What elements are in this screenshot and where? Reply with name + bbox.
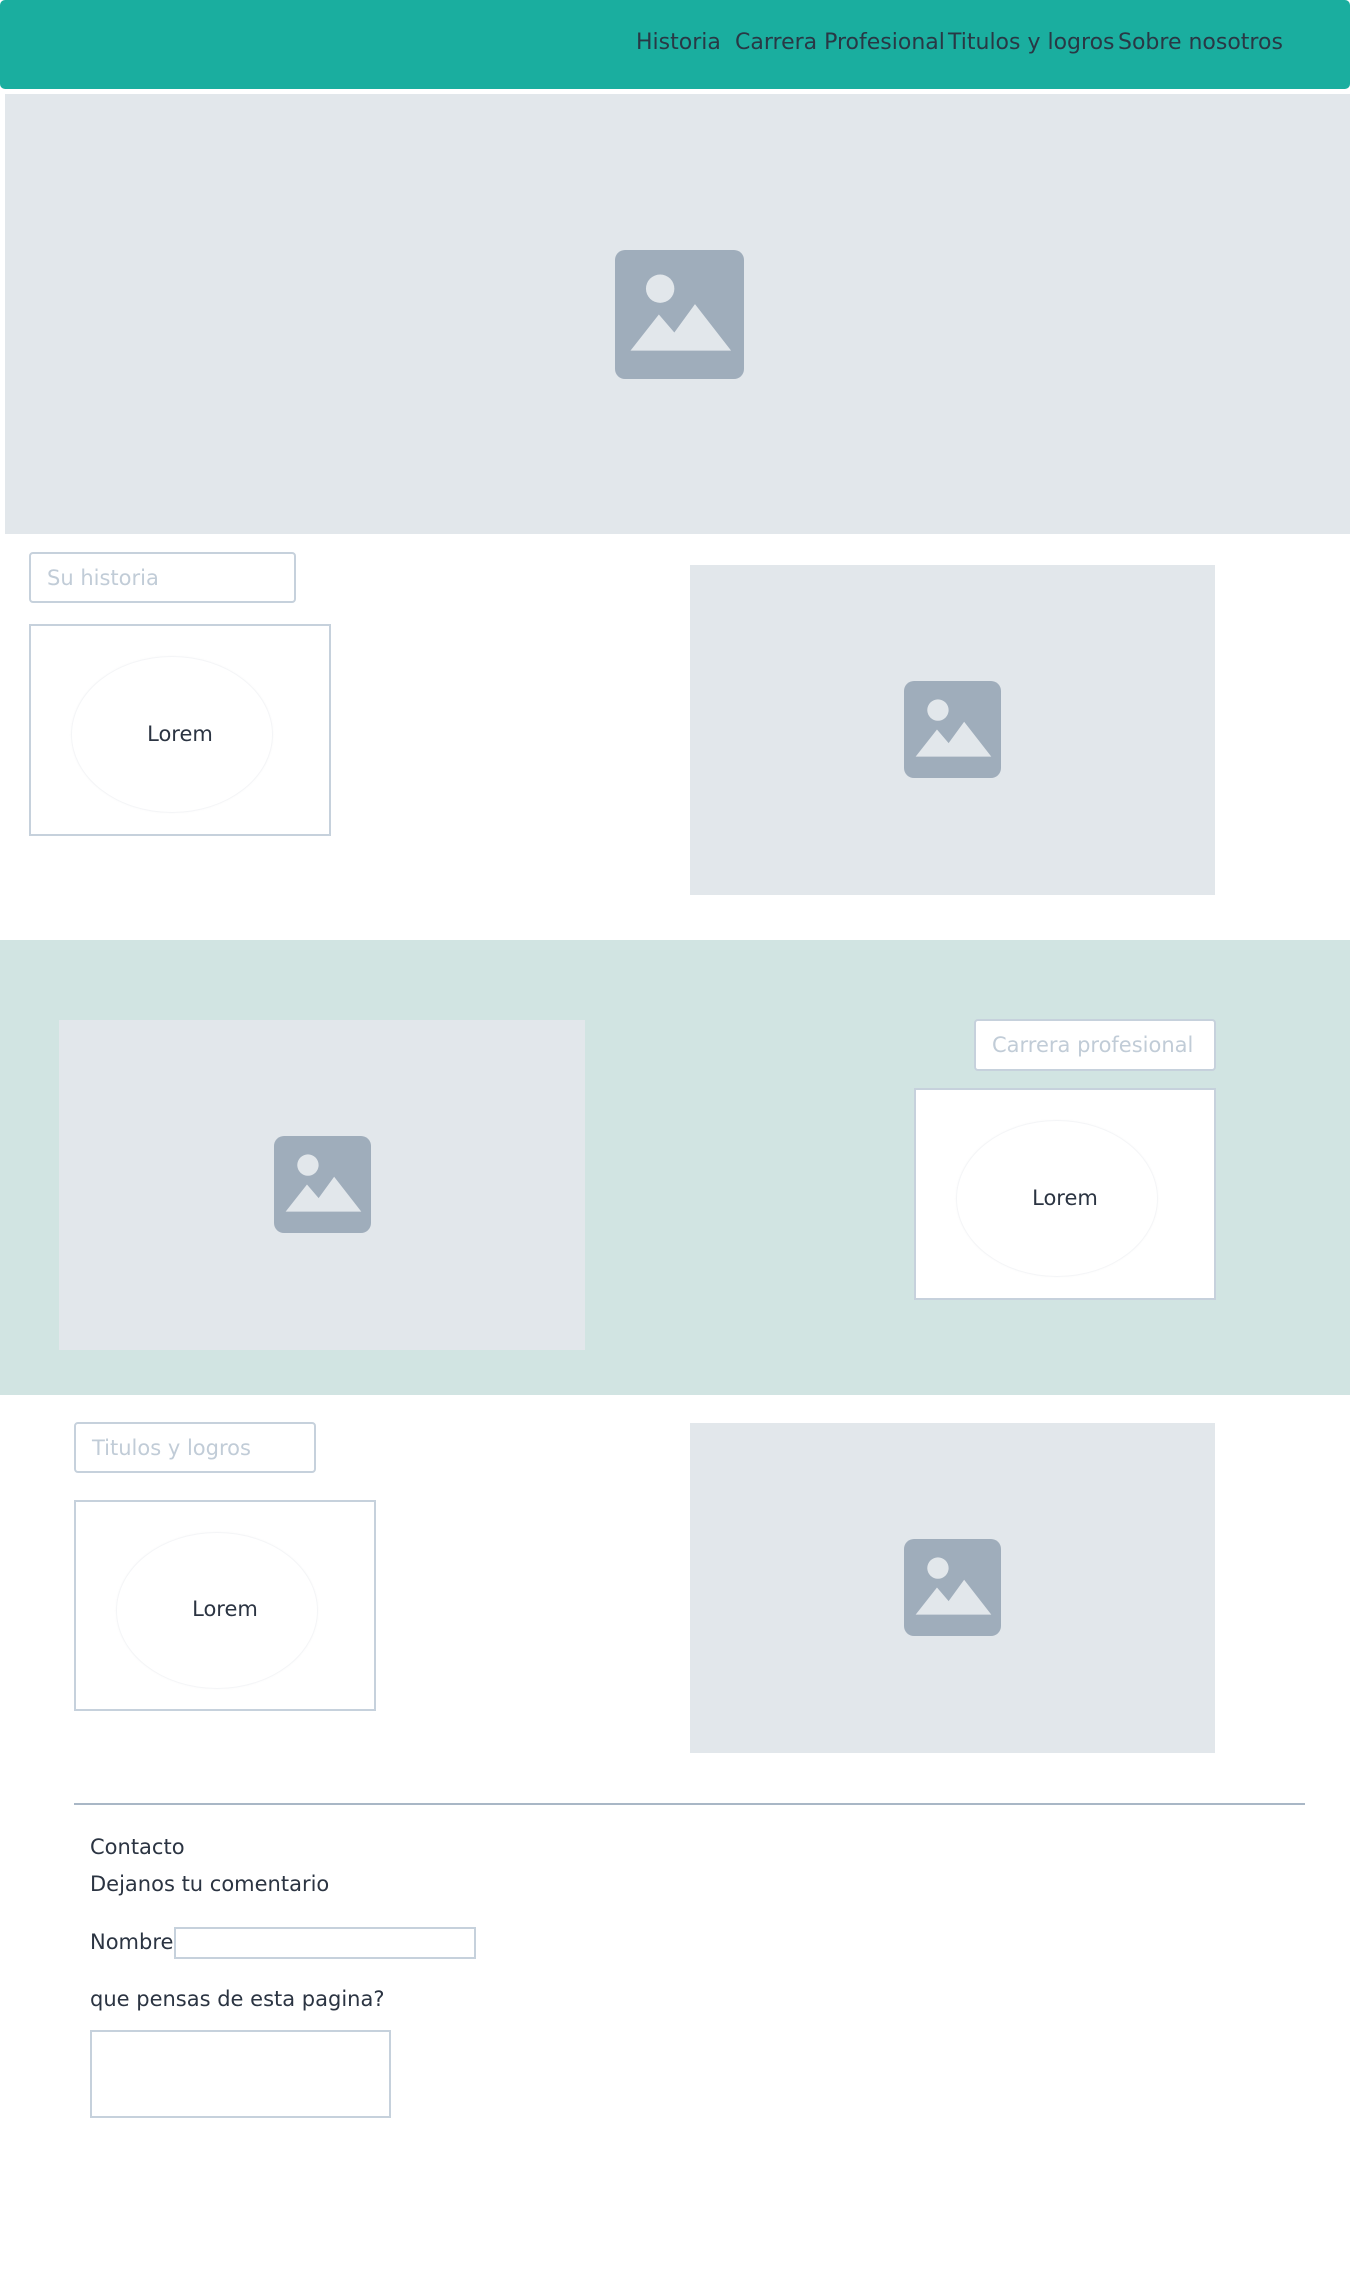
carrera-card: Lorem: [914, 1088, 1216, 1300]
card-text: Lorem: [192, 1597, 258, 1621]
comment-textarea[interactable]: [90, 2030, 391, 2118]
nav-link-historia[interactable]: Historia: [636, 30, 721, 55]
section-label-su-historia: Su historia: [29, 552, 296, 603]
section-divider: [74, 1803, 1305, 1805]
nav-link-titulos-y-logros[interactable]: Titulos y logros: [948, 30, 1115, 55]
section-label-text: Titulos y logros: [92, 1435, 251, 1460]
name-input[interactable]: [174, 1927, 476, 1959]
titulos-image: [690, 1423, 1215, 1753]
historia-card: Lorem: [29, 624, 331, 836]
carrera-image: [59, 1020, 585, 1350]
historia-image: [690, 565, 1215, 895]
section-label-titulos-y-logros: Titulos y logros: [74, 1422, 316, 1473]
image-placeholder-icon: [904, 1539, 1001, 1636]
contact-title: Contacto: [90, 1835, 185, 1859]
section-label-carrera-profesional: Carrera profesional: [974, 1019, 1216, 1071]
nav-link-sobre-nosotros[interactable]: Sobre nosotros: [1118, 30, 1283, 55]
comment-question-label: que pensas de esta pagina?: [90, 1987, 385, 2011]
image-placeholder-icon: [615, 250, 744, 379]
image-placeholder-icon: [274, 1136, 371, 1233]
section-label-text: Carrera profesional: [992, 1033, 1194, 1057]
contact-subtitle: Dejanos tu comentario: [90, 1872, 330, 1896]
image-placeholder-icon: [904, 681, 1001, 778]
hero-image: [5, 94, 1350, 534]
nav-link-carrera-profesional[interactable]: Carrera Profesional: [735, 30, 945, 55]
top-navbar: Historia Carrera Profesional Titulos y l…: [0, 0, 1350, 89]
section-label-text: Su historia: [47, 565, 159, 590]
card-text: Lorem: [1032, 1186, 1098, 1210]
name-label: Nombre: [90, 1930, 174, 1954]
titulos-card: Lorem: [74, 1500, 376, 1711]
card-text: Lorem: [147, 722, 213, 746]
